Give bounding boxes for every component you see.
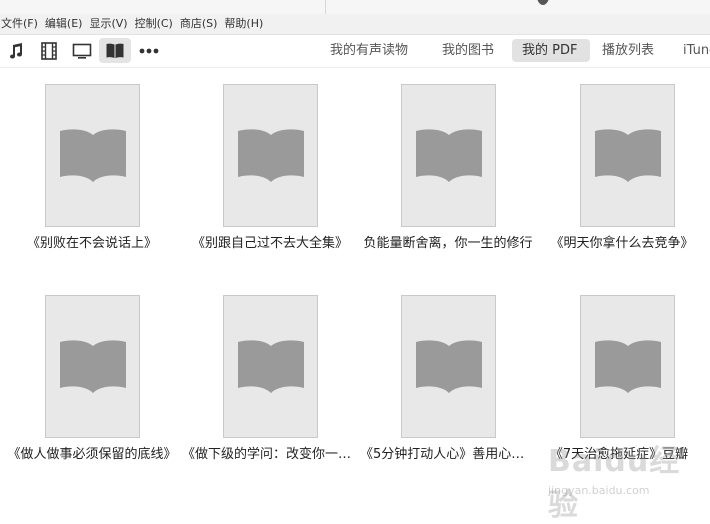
book-cover[interactable]	[401, 295, 496, 438]
book-cover[interactable]	[401, 84, 496, 227]
tab-playlists[interactable]: 播放列表	[592, 39, 664, 62]
book-title[interactable]: 《做人做事必须保留的底线》	[4, 443, 180, 462]
menu-view[interactable]: 显示(V)	[88, 14, 133, 34]
book-title[interactable]: 《做下级的学问：改变你一生》	[182, 443, 358, 462]
more-icon	[139, 48, 159, 53]
monitor-icon	[72, 43, 92, 59]
book-title[interactable]: 负能量断舍离，你一生的修行	[360, 232, 536, 251]
book-cover[interactable]	[223, 84, 318, 227]
tab-my-books[interactable]: 我的图书	[432, 39, 504, 62]
book-title[interactable]: 《别跟自己过不去大全集》	[182, 232, 358, 251]
menu-controls[interactable]: 控制(C)	[134, 14, 179, 34]
music-button[interactable]	[0, 38, 32, 63]
books-button[interactable]	[99, 38, 131, 63]
toolbar: 我的有声读物 我的图书 我的 PDF 播放列表 iTunes	[0, 35, 710, 68]
book-placeholder-icon	[237, 339, 304, 393]
baidu-watermark: Baidu经验 jingyan.baidu.com	[548, 436, 688, 523]
book-placeholder-icon	[594, 339, 661, 393]
apple-logo-icon	[537, 0, 549, 5]
book-placeholder-icon	[59, 128, 126, 182]
movies-button[interactable]	[33, 38, 65, 63]
book-cover[interactable]	[580, 84, 675, 227]
book-placeholder-icon	[415, 339, 482, 393]
tab-my-pdf[interactable]: 我的 PDF	[512, 39, 590, 62]
tv-button[interactable]	[66, 38, 98, 63]
tab-itunes-store[interactable]: iTunes	[673, 39, 710, 62]
menu-store[interactable]: 商店(S)	[179, 14, 224, 34]
menu-file[interactable]: 文件(F)	[0, 14, 44, 34]
book-placeholder-icon	[594, 128, 661, 182]
title-strip	[0, 0, 710, 14]
book-cover[interactable]	[223, 295, 318, 438]
book-icon	[106, 43, 124, 58]
book-cover[interactable]	[45, 295, 140, 438]
watermark-url: jingyan.baidu.com	[548, 484, 650, 497]
menu-help[interactable]: 帮助(H)	[223, 14, 269, 34]
book-cover[interactable]	[45, 84, 140, 227]
film-icon	[41, 41, 57, 60]
music-note-icon	[10, 42, 23, 59]
watermark-text: Baidu经验	[548, 444, 681, 523]
book-placeholder-icon	[415, 128, 482, 182]
menu-edit[interactable]: 编辑(E)	[44, 14, 89, 34]
tab-audiobooks[interactable]: 我的有声读物	[320, 39, 418, 62]
book-cover[interactable]	[580, 295, 675, 438]
book-placeholder-icon	[59, 339, 126, 393]
book-title[interactable]: 《5分钟打动人心》善用心理学	[360, 443, 536, 462]
menu-bar: 文件(F) 编辑(E) 显示(V) 控制(C) 商店(S) 帮助(H)	[0, 14, 710, 35]
title-strip-divider	[325, 0, 326, 14]
more-button[interactable]	[133, 38, 165, 63]
book-title[interactable]: 《别败在不会说话上》	[4, 232, 180, 251]
book-placeholder-icon	[237, 128, 304, 182]
book-title[interactable]: 《明天你拿什么去竞争》	[536, 232, 708, 251]
